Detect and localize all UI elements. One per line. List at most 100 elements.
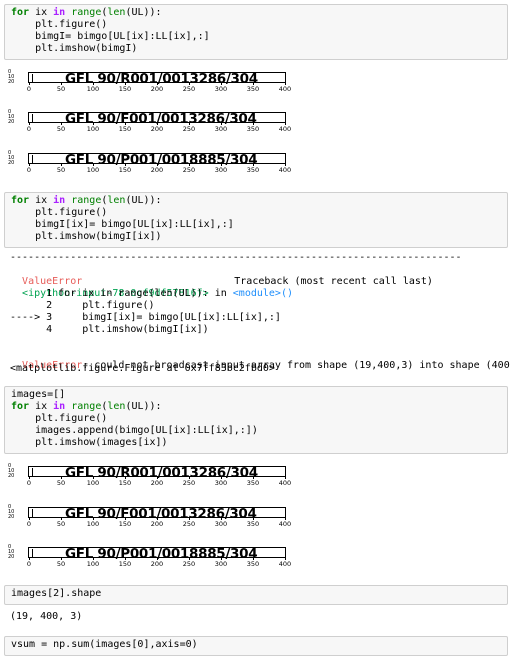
x-tick-label: 400 xyxy=(278,560,292,568)
x-tick-label: 100 xyxy=(86,520,100,528)
builtin: len xyxy=(107,7,126,18)
code-line: bimgI= bimgo[UL[ix]:LL[ix],:] xyxy=(11,31,210,42)
builtin: range xyxy=(71,7,102,18)
x-tick-label: 200 xyxy=(150,166,164,174)
x-tick-label: 300 xyxy=(214,125,228,133)
left-edge-mark xyxy=(32,114,37,122)
imshow-plot: 0 10 20 GFL 90/R001/0013286/304 0 50 100 150 200… xyxy=(8,464,298,492)
builtin: len xyxy=(107,195,126,206)
x-tick-label: 50 xyxy=(56,125,66,133)
imshow-plot: 0 10 20 GFL 90/P001/0018885/304 0 50 100 150 200… xyxy=(8,151,298,179)
x-tick-label: 350 xyxy=(246,520,260,528)
keyword: in xyxy=(53,195,66,206)
code-line: bimgI[ix]= bimgo[UL[ix]:LL[ix],:] xyxy=(11,219,234,230)
x-tick-label: 350 xyxy=(246,166,260,174)
x-tick-label: 300 xyxy=(214,479,228,487)
x-tick-label: 0 xyxy=(26,85,32,93)
x-tick-label: 100 xyxy=(86,560,100,568)
x-tick-label: 400 xyxy=(278,125,292,133)
keyword: in xyxy=(53,401,66,412)
x-tick-label: 50 xyxy=(56,560,66,568)
x-axis: 0 50 100 150 200 250 300 350 400 xyxy=(26,477,291,491)
code-cell-1[interactable]: for ix in range(len(UL)): plt.figure() b… xyxy=(4,4,508,60)
code-line: plt.imshow(bimgI[ix]) xyxy=(11,231,162,242)
x-tick-label: 350 xyxy=(246,560,260,568)
x-tick-label: 300 xyxy=(214,560,228,568)
x-axis: 0 50 100 150 200 250 300 350 400 xyxy=(26,123,291,137)
y-tick-label: 20 xyxy=(8,79,15,85)
x-axis: 0 50 100 150 200 250 300 350 400 xyxy=(26,83,291,97)
code-cell-5[interactable]: vsum = np.sum(images[0],axis=0) xyxy=(4,636,508,656)
y-tick-labels: 0 10 20 xyxy=(8,545,28,565)
x-tick-label: 150 xyxy=(118,520,132,528)
x-tick-label: 150 xyxy=(118,166,132,174)
x-tick-label: 0 xyxy=(26,479,32,487)
x-tick-label: 0 xyxy=(26,125,32,133)
traceback-line: 1 for ix in range(len(UL)): xyxy=(10,288,209,299)
builtin: range xyxy=(71,401,102,412)
left-edge-mark xyxy=(32,509,37,517)
x-tick-label: 100 xyxy=(86,166,100,174)
x-tick-label: 150 xyxy=(118,560,132,568)
y-tick-label: 20 xyxy=(8,473,15,479)
cell-4-output: (19, 400, 3) xyxy=(10,611,83,622)
x-tick-label: 300 xyxy=(214,166,228,174)
left-edge-mark xyxy=(32,468,37,476)
code-cell-2[interactable]: for ix in range(len(UL)): plt.figure() b… xyxy=(4,192,508,248)
x-tick-label: 50 xyxy=(56,520,66,528)
image-frame: GFL 90/P001/0018885/304 xyxy=(28,152,286,168)
x-tick-label: 100 xyxy=(86,479,100,487)
x-tick-label: 300 xyxy=(214,520,228,528)
code-line: plt.imshow(bimgI) xyxy=(11,43,138,54)
y-tick-label: 20 xyxy=(8,119,15,125)
in-word: in xyxy=(208,288,233,299)
left-edge-mark xyxy=(32,74,37,82)
x-tick-label: 250 xyxy=(182,166,196,174)
y-tick-label: 20 xyxy=(8,160,15,166)
x-tick-label: 100 xyxy=(86,125,100,133)
left-edge-mark xyxy=(32,155,37,163)
y-tick-labels: 0 10 20 xyxy=(8,505,28,525)
x-tick-label: 400 xyxy=(278,85,292,93)
code-line: images.append(bimgo[UL[ix]:LL[ix],:]) xyxy=(11,425,258,436)
x-tick-label: 400 xyxy=(278,520,292,528)
x-tick-label: 50 xyxy=(56,85,66,93)
y-tick-labels: 0 10 20 xyxy=(8,151,28,171)
code-cell-4[interactable]: images[2].shape xyxy=(4,585,508,605)
y-tick-labels: 0 10 20 xyxy=(8,110,28,130)
code-line: plt.figure() xyxy=(11,413,108,424)
x-tick-label: 250 xyxy=(182,125,196,133)
x-tick-label: 200 xyxy=(150,520,164,528)
code-line: images[2].shape xyxy=(11,588,102,599)
y-tick-labels: 0 10 20 xyxy=(8,70,28,90)
x-tick-label: 400 xyxy=(278,479,292,487)
x-tick-label: 100 xyxy=(86,85,100,93)
x-tick-label: 350 xyxy=(246,479,260,487)
keyword: for xyxy=(11,7,30,18)
traceback-line: ----> 3 bimgI[ix]= bimgo[UL[ix]:LL[ix],:… xyxy=(10,312,281,323)
imshow-plot: 0 10 20 GFL 90/F001/0013286/304 0 50 100 150 200… xyxy=(8,110,298,138)
keyword: for xyxy=(11,195,30,206)
x-tick-label: 200 xyxy=(150,125,164,133)
imshow-plot: 0 10 20 GFL 90/P001/0018885/304 0 50 100 150 200… xyxy=(8,545,298,573)
image-frame: GFL 90/P001/0018885/304 xyxy=(28,546,286,562)
code-line: for ix in range(len(UL)): xyxy=(11,7,162,18)
traceback-line: 2 plt.figure() xyxy=(10,300,155,311)
code-line: plt.figure() xyxy=(11,207,108,218)
image-frame: GFL 90/F001/0013286/304 xyxy=(28,506,286,522)
code-line: plt.imshow(images[ix]) xyxy=(11,437,168,448)
x-tick-label: 250 xyxy=(182,520,196,528)
imshow-plot: 0 10 20 GFL 90/F001/0013286/304 0 50 100 150 200… xyxy=(8,505,298,533)
y-tick-label: 20 xyxy=(8,514,15,520)
imshow-plot: 0 10 20 GFL 90/R001/0013286/304 0 50 100 150 200… xyxy=(8,70,298,98)
x-tick-label: 150 xyxy=(118,85,132,93)
builtin: range xyxy=(71,195,102,206)
x-tick-label: 200 xyxy=(150,560,164,568)
x-axis: 0 50 100 150 200 250 300 350 400 xyxy=(27,558,291,572)
x-tick-label: 150 xyxy=(118,479,132,487)
code-cell-3[interactable]: images=[] for ix in range(len(UL)): plt.… xyxy=(4,386,508,454)
x-tick-label: 200 xyxy=(150,479,164,487)
x-tick-label: 250 xyxy=(182,479,196,487)
x-tick-label: 0 xyxy=(26,166,32,174)
figure-repr: <matplotlib.figure.Figure at 0x7ff83bc2f… xyxy=(10,363,275,374)
